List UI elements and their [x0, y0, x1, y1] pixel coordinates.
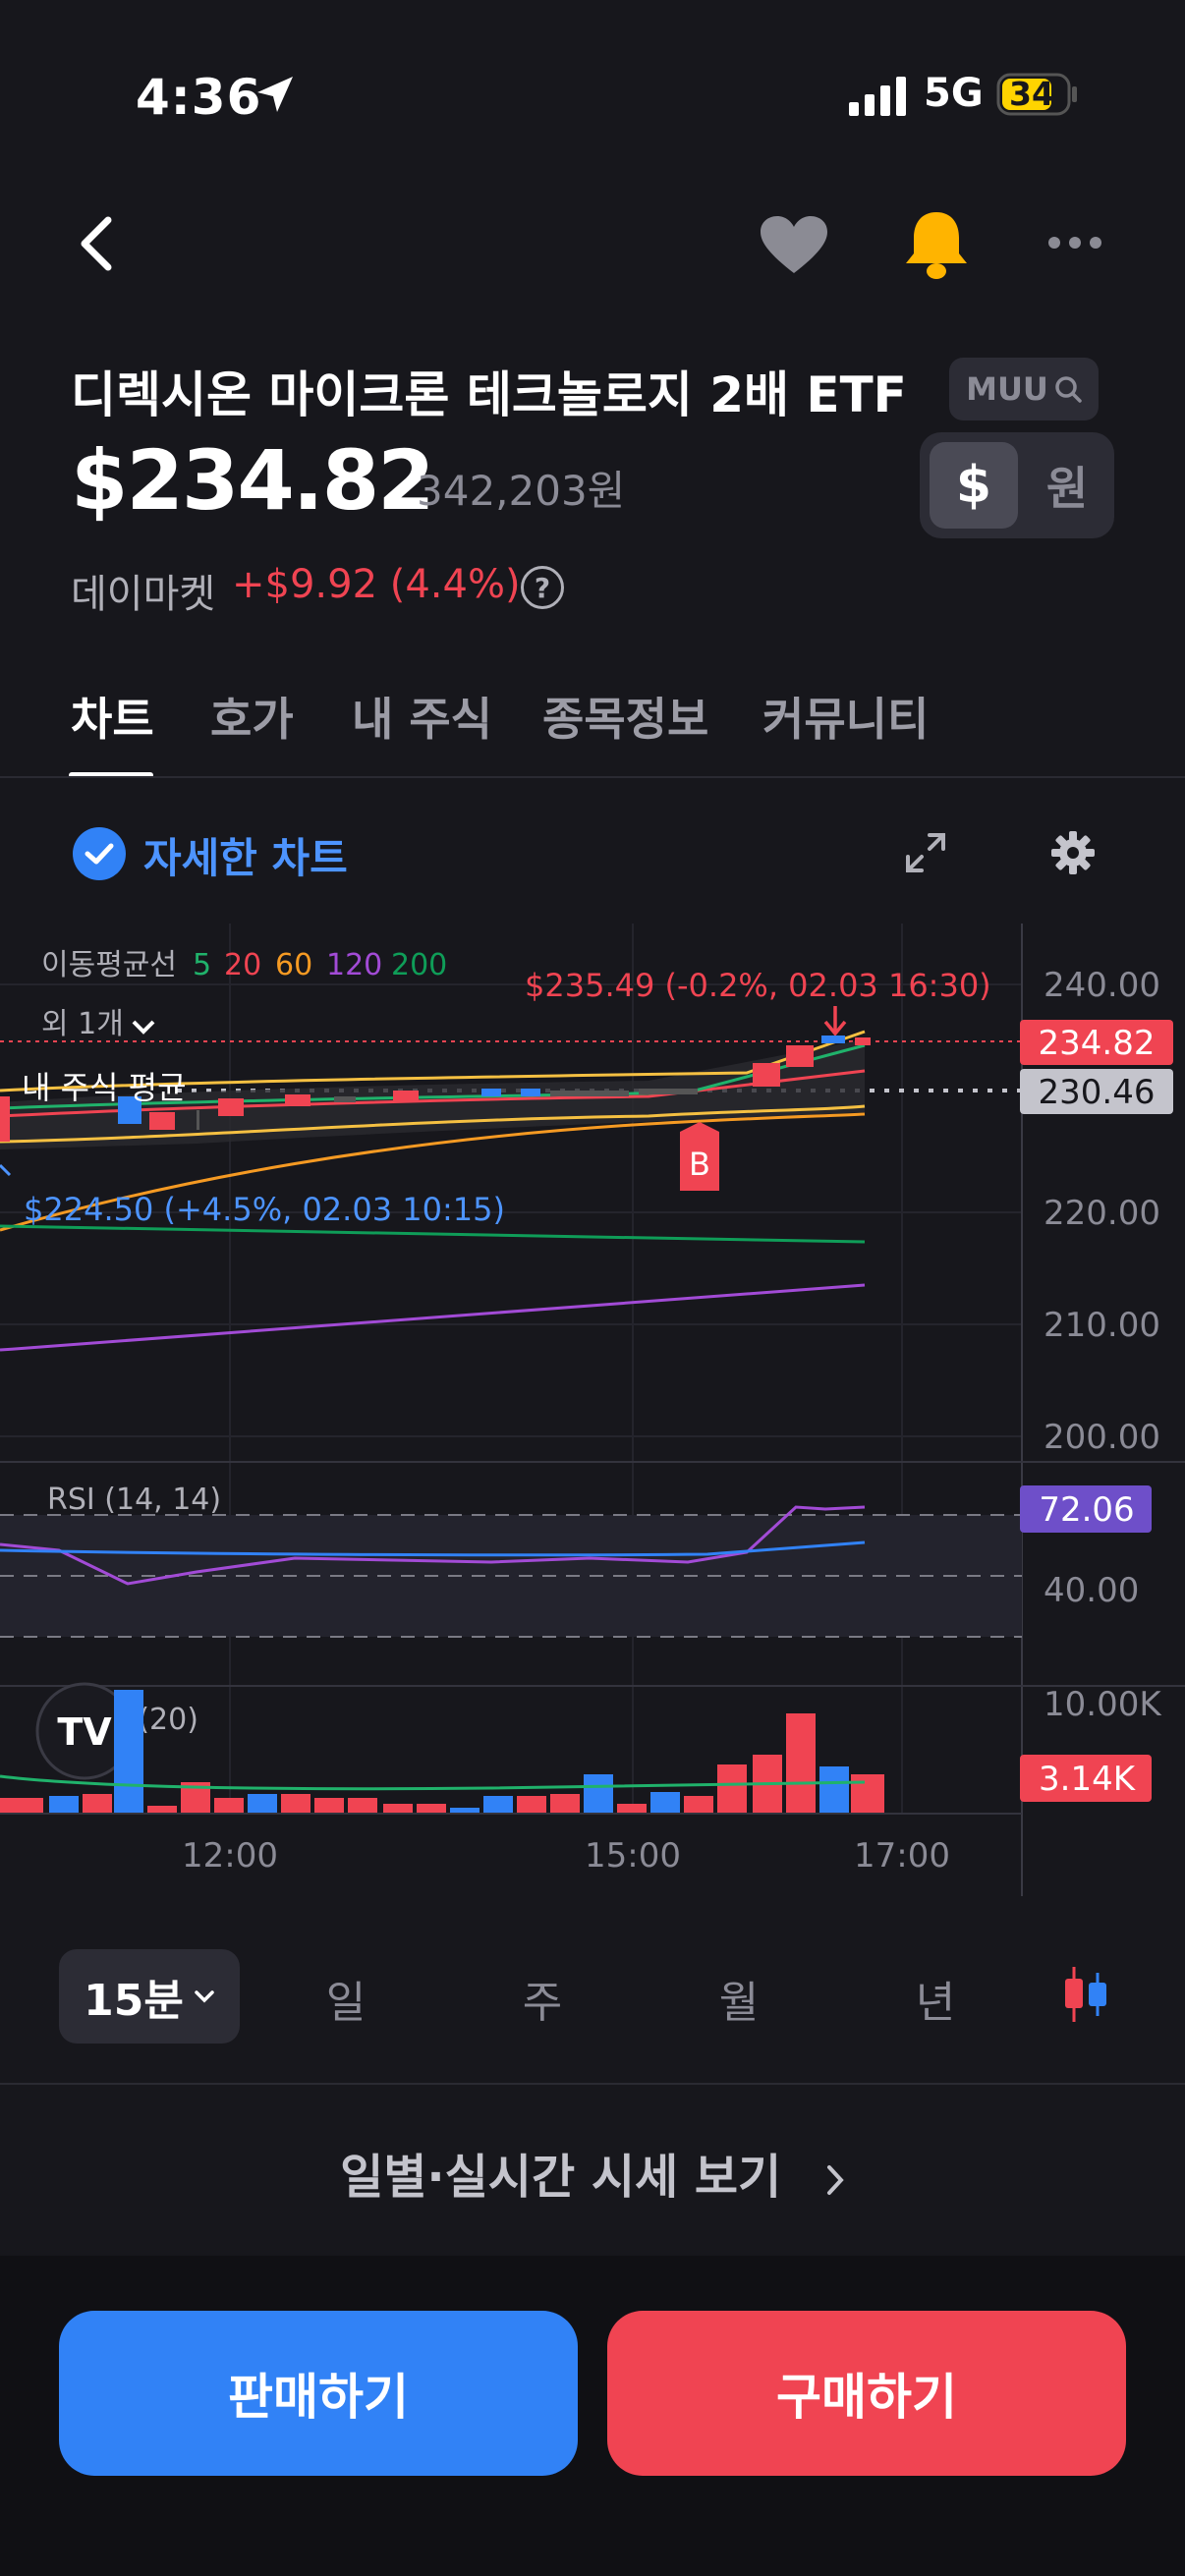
time-tick: 15:00 — [585, 1836, 681, 1876]
market-label: 데이마켓 — [71, 572, 216, 617]
ma-5-label: 5 — [193, 948, 211, 982]
tab-stock-info[interactable]: 종목정보 — [542, 684, 708, 749]
rsi-label: RSI (14, 14) — [47, 1483, 221, 1517]
timeframe-day[interactable]: 일 — [307, 1967, 385, 2030]
ticker-label: MUU — [966, 370, 1048, 408]
chevron-down-icon — [195, 1990, 214, 2003]
battery-level: 34 — [1009, 75, 1054, 113]
time-tick: 12:00 — [182, 1836, 278, 1876]
timeframe-month[interactable]: 월 — [700, 1967, 778, 2030]
avg-price-tag-text: 230.46 — [1039, 1073, 1156, 1112]
ma-20-label: 20 — [224, 948, 261, 982]
rsi-value-tag-text: 72.06 — [1039, 1490, 1134, 1530]
tab-community[interactable]: 커뮤니티 — [762, 684, 929, 749]
ticker-search-badge[interactable]: MUU — [949, 358, 1099, 420]
price-tick: 200.00 — [1044, 1418, 1160, 1457]
buy-marker[interactable]: B — [680, 1122, 719, 1191]
daily-realtime-label: 일별·실시간 시세 보기 — [340, 2150, 782, 2205]
stock-name: 디렉시온 마이크론 테크놀로지 2배 ETF — [71, 366, 907, 423]
ma-label: 이동평균선 — [41, 948, 177, 982]
ma-60-label: 60 — [275, 948, 312, 982]
tab-divider — [0, 776, 1185, 778]
timeframe-week[interactable]: 주 — [503, 1967, 582, 2030]
currency-toggle[interactable]: $ 원 — [920, 432, 1114, 538]
avg-price-label: 내 주식 평균 — [22, 1069, 187, 1106]
price-tick: 220.00 — [1044, 1194, 1160, 1233]
timeframe-selected: 15분 — [84, 1976, 184, 2026]
price-tick: 240.00 — [1044, 966, 1160, 1005]
check-icon — [85, 843, 114, 865]
high-annotation: $235.49 (-0.2%, 02.03 16:30) — [525, 967, 991, 1004]
buy-button[interactable]: 구매하기 — [607, 2311, 1126, 2476]
timeframe-year[interactable]: 년 — [896, 1967, 975, 2030]
ma-200-label: 200 — [391, 948, 447, 982]
location-arrow-icon — [257, 77, 293, 112]
battery-icon: 34 — [996, 73, 1079, 116]
rsi-tick: 40.00 — [1044, 1571, 1139, 1610]
high-arrow-icon — [823, 1006, 847, 1036]
timeframe-selector[interactable]: 15분 — [59, 1949, 240, 2044]
more-indicators[interactable]: 외 1개 — [41, 1007, 124, 1041]
price-change: +$9.92 (4.4%) — [232, 562, 521, 607]
sell-button[interactable]: 판매하기 — [59, 2311, 578, 2476]
price-tick: 210.00 — [1044, 1306, 1160, 1345]
chevron-down-icon — [132, 1020, 155, 1035]
won-price: 342,203원 — [417, 467, 626, 515]
current-price: $234.82 — [71, 432, 435, 529]
back-icon[interactable] — [77, 214, 116, 273]
currency-usd-option[interactable]: $ — [930, 442, 1018, 529]
volume-tick: 10.00K — [1044, 1685, 1162, 1724]
chevron-right-icon — [826, 2165, 844, 2195]
heart-icon[interactable] — [759, 214, 829, 277]
detail-chart-checkbox[interactable] — [73, 827, 126, 880]
tab-chart[interactable]: 차트 — [71, 684, 154, 749]
help-icon[interactable]: ? — [521, 566, 564, 609]
tab-orderbook[interactable]: 호가 — [210, 684, 294, 749]
daily-realtime-link[interactable]: 일별·실시간 시세 보기 — [0, 2138, 1185, 2207]
currency-won-option[interactable]: 원 — [1028, 442, 1106, 529]
network-type: 5G — [924, 71, 984, 116]
current-price-tag-text: 234.82 — [1039, 1024, 1156, 1063]
status-time: 4:36 — [136, 69, 262, 126]
buy-marker-label: B — [689, 1146, 710, 1183]
expand-icon[interactable] — [904, 831, 947, 874]
bell-icon[interactable] — [902, 208, 971, 281]
low-annotation: $224.50 (+4.5%, 02.03 10:15) — [24, 1191, 505, 1228]
time-tick: 17:00 — [854, 1836, 950, 1876]
logo-text: TV — [57, 1710, 112, 1754]
signal-icon — [849, 77, 906, 116]
tab-my-stock[interactable]: 내 주식 — [352, 684, 492, 749]
ma-120-label: 120 — [326, 948, 382, 982]
search-icon — [1055, 376, 1082, 403]
more-options-icon[interactable] — [1047, 236, 1102, 250]
stock-chart[interactable]: 240.00 220.00 210.00 200.00 이동평균선 5 20 6… — [0, 924, 1185, 1906]
candlestick-type-icon[interactable] — [1061, 1965, 1110, 2024]
volume-value-tag-text: 3.14K — [1039, 1760, 1137, 1799]
section-divider — [0, 2083, 1185, 2085]
detail-chart-label[interactable]: 자세한 차트 — [143, 825, 348, 885]
settings-gear-icon[interactable] — [1049, 829, 1097, 876]
